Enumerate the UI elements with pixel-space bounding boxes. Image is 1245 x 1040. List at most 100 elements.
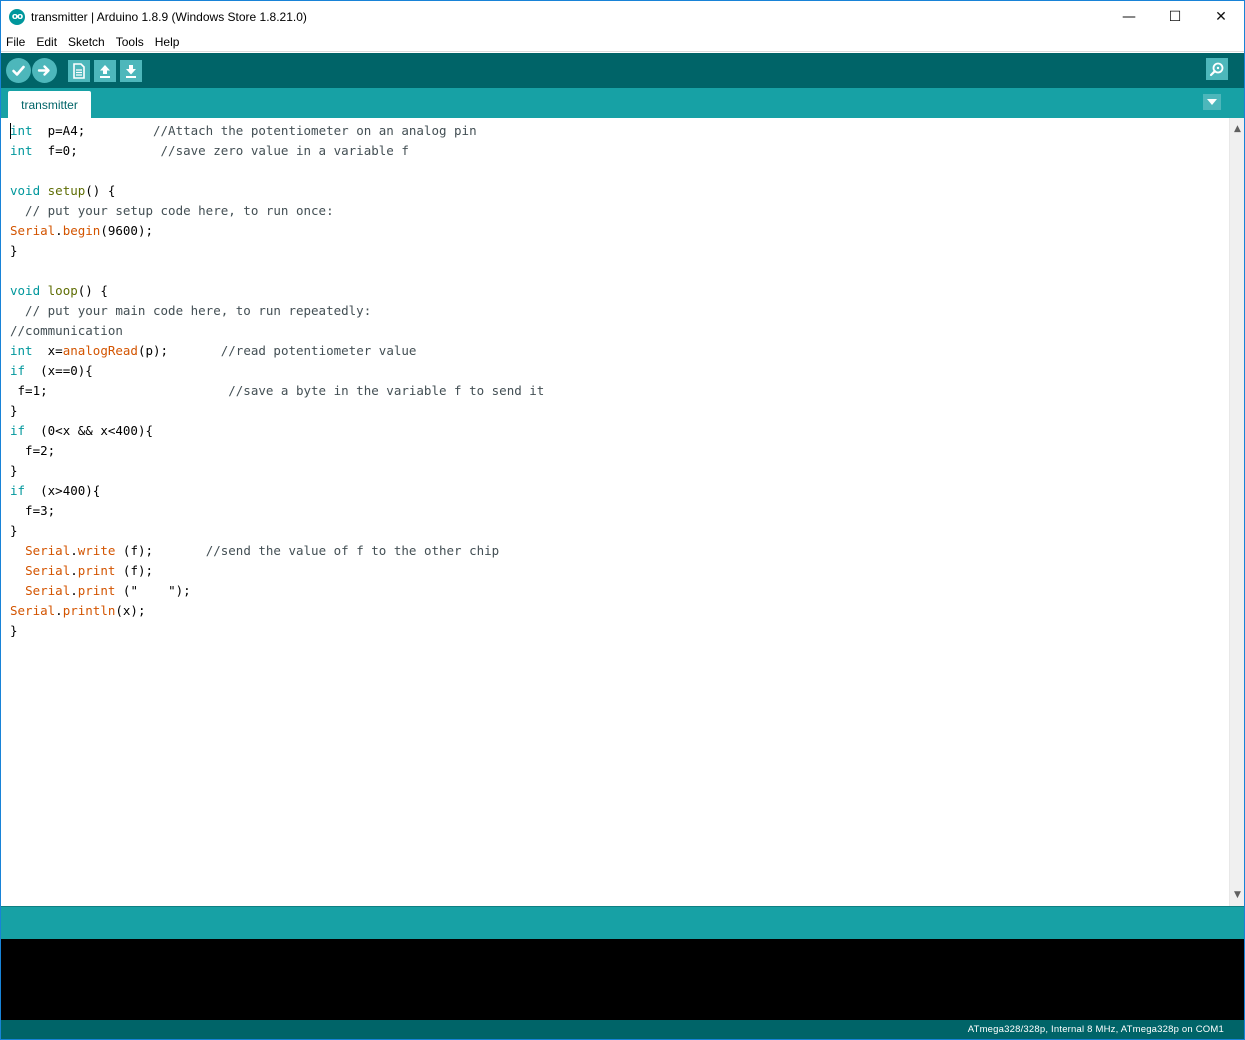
keyword-token: if <box>10 483 26 498</box>
keyword-token: if <box>10 363 26 378</box>
arduino-logo-icon: oo <box>9 8 25 25</box>
chevron-down-icon <box>1207 98 1217 105</box>
comment-token: // put your setup code here, to run once… <box>10 203 334 218</box>
scroll-down-icon[interactable]: ▼ <box>1230 886 1244 903</box>
function-token: write <box>77 543 116 558</box>
code-line[interactable]: } <box>10 241 544 261</box>
verify-button[interactable] <box>6 58 31 83</box>
toolbar <box>1 53 1244 88</box>
function-token: print <box>77 563 116 578</box>
new-icon <box>73 62 85 79</box>
comment-token: //communication <box>10 323 123 338</box>
code-line[interactable]: if (x==0){ <box>10 361 544 381</box>
code-token: . <box>70 583 78 598</box>
keyword-token: void <box>10 183 41 198</box>
code-token: } <box>10 403 18 418</box>
open-button[interactable] <box>94 59 116 82</box>
function-token: Serial <box>25 563 71 578</box>
code-token: (p); <box>137 343 221 358</box>
code-line[interactable]: void loop() { <box>10 281 544 301</box>
board-info: ATmega328/328p, Internal 8 MHz, ATmega32… <box>967 1024 1224 1035</box>
function-token: Serial <box>25 583 71 598</box>
arduino-ide-window: oo transmitter | Arduino 1.8.9 (Windows … <box>0 0 1245 1040</box>
menu-tools[interactable]: Tools <box>115 34 145 50</box>
code-token: (x); <box>115 603 146 618</box>
tab-menu-button[interactable] <box>1203 94 1221 110</box>
code-text[interactable]: int p=A4; //Attach the potentiometer on … <box>10 121 544 641</box>
minimize-button[interactable]: — <box>1106 1 1152 32</box>
maximize-button[interactable]: ☐ <box>1152 1 1198 32</box>
code-line[interactable]: if (0<x && x<400){ <box>10 421 544 441</box>
code-line[interactable] <box>10 161 544 181</box>
function-token: print <box>77 583 116 598</box>
menu-edit[interactable]: Edit <box>35 34 58 50</box>
comment-token: //Attach the potentiometer on an analog … <box>153 123 477 138</box>
vertical-scrollbar[interactable]: ▲ ▼ <box>1229 118 1244 906</box>
function-token: println <box>62 603 116 618</box>
code-line[interactable]: Serial.print (" "); <box>10 581 544 601</box>
code-line[interactable]: } <box>10 521 544 541</box>
comment-token: // put your main code here, to run repea… <box>10 303 372 318</box>
code-line[interactable]: int f=0; //save zero value in a variable… <box>10 141 544 161</box>
code-token: (9600); <box>100 223 154 238</box>
function-token: Serial <box>25 543 71 558</box>
code-token: f=1; <box>10 383 229 398</box>
code-line[interactable]: f=1; //save a byte in the variable f to … <box>10 381 545 401</box>
code-line[interactable]: int p=A4; //Attach the potentiometer on … <box>10 121 544 141</box>
new-button[interactable] <box>68 59 90 82</box>
serial-monitor-button[interactable] <box>1206 58 1228 80</box>
menu-help[interactable]: Help <box>154 34 181 50</box>
function-token: Serial <box>10 223 56 238</box>
code-line[interactable]: Serial.print (f); <box>10 561 544 581</box>
code-line[interactable]: Serial.begin(9600); <box>10 221 544 241</box>
code-token: (0<x && x<400){ <box>25 423 153 438</box>
code-line[interactable]: Serial.println(x); <box>10 601 544 621</box>
code-line[interactable]: Serial.write (f); //send the value of f … <box>10 541 544 561</box>
code-line[interactable]: f=3; <box>10 501 544 521</box>
verify-icon <box>12 65 25 76</box>
upload-button[interactable] <box>32 58 57 83</box>
console-output[interactable] <box>1 939 1244 1020</box>
tab-transmitter[interactable]: transmitter <box>8 91 91 118</box>
code-token: } <box>10 523 18 538</box>
code-line[interactable] <box>10 261 544 281</box>
code-token: (" "); <box>115 583 191 598</box>
title-bar: oo transmitter | Arduino 1.8.9 (Windows … <box>1 1 1244 32</box>
open-icon <box>100 64 110 78</box>
close-button[interactable]: ✕ <box>1198 1 1244 32</box>
comment-token: //save zero value in a variable f <box>160 143 409 158</box>
scroll-up-icon[interactable]: ▲ <box>1230 120 1244 137</box>
code-editor[interactable]: int p=A4; //Attach the potentiometer on … <box>1 118 1229 906</box>
code-line[interactable]: } <box>10 621 544 641</box>
keyword-token: int <box>10 143 33 158</box>
status-bar <box>1 906 1244 939</box>
code-token: (f); <box>115 563 154 578</box>
save-button[interactable] <box>120 59 142 82</box>
code-line[interactable]: int x=analogRead(p); //read potentiomete… <box>10 341 544 361</box>
code-line[interactable]: // put your main code here, to run repea… <box>10 301 544 321</box>
code-line[interactable]: void setup() { <box>10 181 544 201</box>
tab-bar: transmitter <box>1 88 1244 118</box>
menu-sketch[interactable]: Sketch <box>67 34 106 50</box>
code-token: () { <box>85 183 116 198</box>
code-line[interactable]: f=2; <box>10 441 544 461</box>
menu-bar: File Edit Sketch Tools Help <box>1 32 1244 52</box>
code-line[interactable]: // put your setup code here, to run once… <box>10 201 544 221</box>
code-line[interactable]: } <box>10 461 544 481</box>
code-line[interactable]: if (x>400){ <box>10 481 544 501</box>
comment-token: //send the value of f to the other chip <box>205 543 500 558</box>
footer-bar: ATmega328/328p, Internal 8 MHz, ATmega32… <box>1 1020 1244 1039</box>
code-token: (x==0){ <box>25 363 93 378</box>
structure-token: setup <box>47 183 86 198</box>
keyword-token: int <box>10 343 33 358</box>
code-token: . <box>70 543 78 558</box>
code-line[interactable]: //communication <box>10 321 544 341</box>
code-token: x= <box>32 343 63 358</box>
code-line[interactable]: } <box>10 401 544 421</box>
menu-file[interactable]: File <box>5 34 26 50</box>
comment-token: //save a byte in the variable f to send … <box>228 383 545 398</box>
